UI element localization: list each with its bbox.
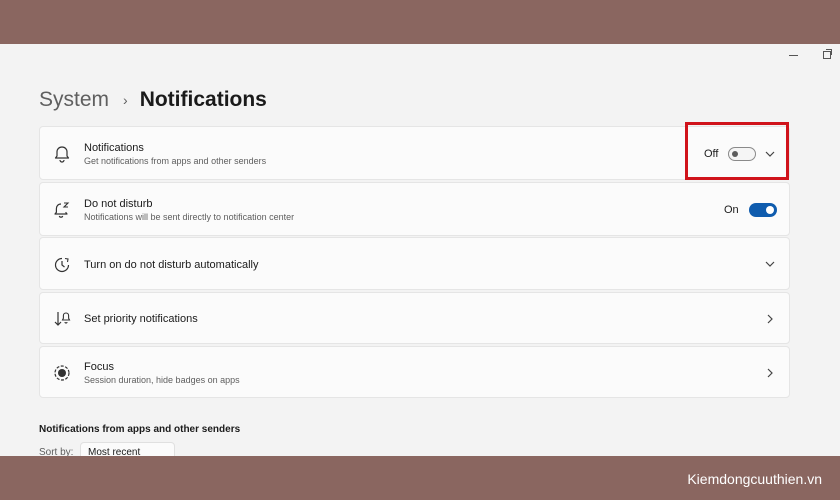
settings-window: System › Notifications Notifications Get… [0,44,840,456]
priority-notifications-setting[interactable]: Set priority notifications [39,292,790,344]
breadcrumb-system[interactable]: System [39,88,109,112]
notifications-setting[interactable]: Notifications Get notifications from app… [39,126,790,180]
do-not-disturb-state-label: On [724,204,739,216]
focus-subtitle: Session duration, hide badges on apps [84,375,240,385]
restore-icon [823,49,832,59]
apps-section-title: Notifications from apps and other sender… [39,424,241,435]
dnd-automatically-title: Turn on do not disturb automatically [84,259,259,271]
toggle-knob [766,206,774,214]
notifications-title: Notifications [84,142,144,154]
focus-icon [54,365,70,381]
chevron-right-icon[interactable] [765,368,775,378]
notifications-subtitle: Get notifications from apps and other se… [84,156,267,166]
focus-title: Focus [84,361,114,373]
priority-notifications-title: Set priority notifications [84,313,198,325]
sort-by-value: Most recent [88,447,141,456]
dnd-automatically-setting[interactable]: Turn on do not disturb automatically [39,237,790,290]
focus-setting[interactable]: Focus Session duration, hide badges on a… [39,346,790,398]
do-not-disturb-toggle[interactable] [749,203,777,217]
watermark: Kiemdongcuuthien.vn [687,471,822,487]
highlight-box [685,122,789,180]
minimize-button[interactable] [788,50,798,60]
page-title: Notifications [139,88,267,111]
clock-icon [54,257,70,273]
do-not-disturb-subtitle: Notifications will be sent directly to n… [84,212,295,222]
restore-button[interactable] [822,49,832,60]
sort-by-select[interactable]: Most recent [80,442,175,456]
do-not-disturb-title: Do not disturb [84,198,153,210]
minimize-icon [788,54,798,56]
window-controls [788,49,832,60]
priority-icon [54,312,71,326]
sort-by-label: Sort by: [39,447,74,456]
do-not-disturb-setting: Do not disturb Notifications will be sen… [39,182,790,236]
bell-snooze-icon [54,202,70,218]
bell-icon [54,146,70,163]
chevron-right-icon[interactable] [765,314,775,324]
chevron-down-icon[interactable] [765,259,775,269]
footer-band: Kiemdongcuuthien.vn [0,456,840,500]
breadcrumb: System › Notifications [39,88,267,112]
breadcrumb-separator: › [123,92,128,108]
